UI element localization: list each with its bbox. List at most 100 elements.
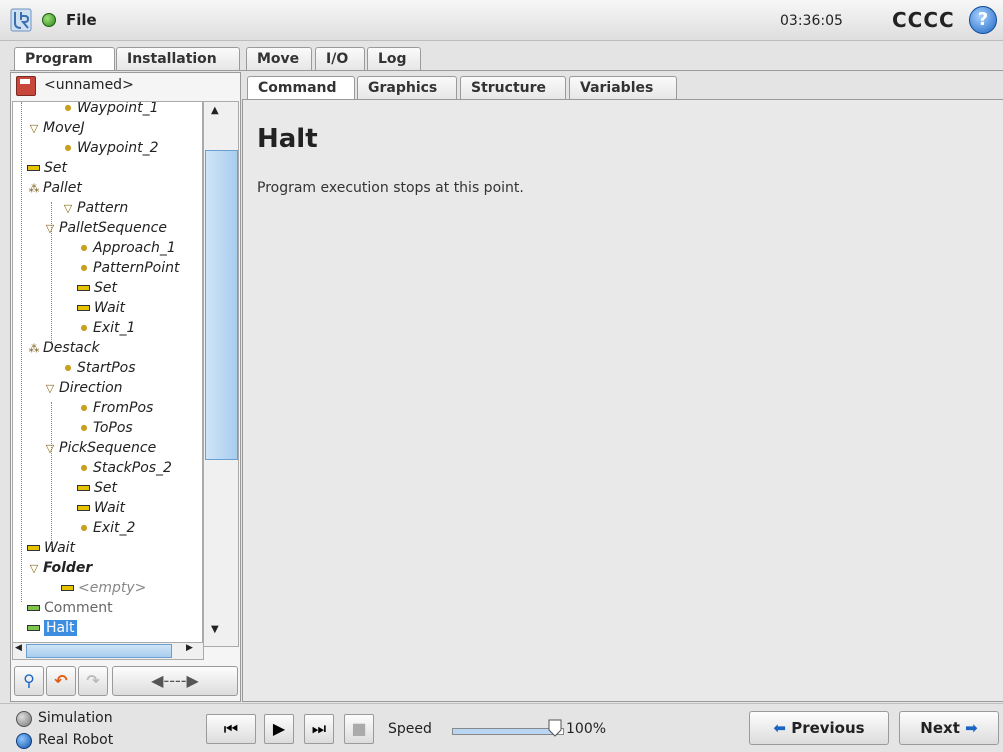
ur-logo-icon xyxy=(10,8,32,32)
tree-node[interactable]: Halt xyxy=(27,618,77,638)
tree-node[interactable]: ▽ Folder xyxy=(27,558,93,578)
redo-icon[interactable]: ↷ xyxy=(78,666,108,696)
play-icon[interactable]: ▶ xyxy=(264,714,294,744)
waypoint-icon: ● xyxy=(64,143,72,152)
previous-label: Previous xyxy=(791,719,865,737)
tree-node-label: Exit_1 xyxy=(93,320,136,336)
tree-node[interactable]: ▽ Pattern xyxy=(61,198,128,218)
speed-slider-knob[interactable] xyxy=(548,719,562,737)
waypoint-icon: ● xyxy=(80,423,88,432)
tree-node[interactable]: <empty> xyxy=(61,578,146,598)
tree-node-label: PatternPoint xyxy=(93,260,180,276)
tree-node[interactable]: ● Approach_1 xyxy=(77,238,176,258)
real-robot-radio[interactable] xyxy=(16,733,32,749)
tree-node[interactable]: ● Waypoint_2 xyxy=(61,138,159,158)
stop-icon[interactable]: ■ xyxy=(344,714,374,744)
tab-log[interactable]: Log xyxy=(367,47,421,71)
tab-installation[interactable]: Installation xyxy=(116,47,240,71)
set-icon xyxy=(77,485,90,491)
pallet-icon: ⁂ xyxy=(28,342,40,355)
tree-node[interactable]: ● FromPos xyxy=(77,398,154,418)
scroll-up-icon[interactable]: ▲ xyxy=(211,105,219,116)
tree-node[interactable]: ⁂ Pallet xyxy=(27,178,82,198)
tree-node-label: Halt xyxy=(44,620,77,636)
tree-node[interactable]: ▽ Direction xyxy=(43,378,123,398)
program-tree[interactable]: ● Waypoint_1 ▽ MoveJ ● Waypoint_2 Set ⁂ Pallet ▽ P… xyxy=(12,101,203,647)
previous-button[interactable]: ⬅ Previous xyxy=(749,711,889,745)
speed-value: 100% xyxy=(566,721,607,737)
tree-node-label: Wait xyxy=(94,500,126,516)
tree-node-label: Waypoint_2 xyxy=(77,140,159,156)
tab-command[interactable]: Command xyxy=(247,76,355,100)
tree-node-label: Set xyxy=(44,160,67,176)
tree-node-label: PickSequence xyxy=(59,440,157,456)
tree-node[interactable]: Comment xyxy=(27,598,113,618)
real-robot-label[interactable]: Real Robot xyxy=(38,732,113,748)
robot-status-icon xyxy=(42,13,56,27)
folder-triangle-icon: ▽ xyxy=(45,442,55,455)
tree-node[interactable]: ● Exit_1 xyxy=(77,318,136,338)
scroll-down-icon[interactable]: ▼ xyxy=(211,624,219,635)
file-menu[interactable]: File xyxy=(66,11,97,29)
tree-node[interactable]: Set xyxy=(77,278,117,298)
title-bar xyxy=(0,0,1003,41)
tree-node-label: StartPos xyxy=(77,360,136,376)
tree-node[interactable]: Set xyxy=(77,478,117,498)
tree-node[interactable]: ▽ MoveJ xyxy=(27,118,85,138)
tree-node[interactable]: ● ToPos xyxy=(77,418,133,438)
tree-node[interactable]: ▽ PalletSequence xyxy=(43,218,167,238)
tree-node[interactable]: ● Waypoint_1 xyxy=(61,102,159,118)
tab-io[interactable]: I/O xyxy=(315,47,365,71)
tree-node[interactable]: ● StartPos xyxy=(61,358,136,378)
resize-panel-icon[interactable]: ◀----▶ xyxy=(112,666,238,696)
tree-node[interactable]: ● PatternPoint xyxy=(77,258,180,278)
clock: 03:36:05 xyxy=(780,13,843,29)
tree-node-label: Wait xyxy=(94,300,126,316)
set-icon xyxy=(77,505,90,511)
tab-structure[interactable]: Structure xyxy=(460,76,566,100)
tree-node[interactable]: ⁂ Destack xyxy=(27,338,100,358)
tree-node[interactable]: ▽ PickSequence xyxy=(43,438,156,458)
command-description: Program execution stops at this point. xyxy=(257,180,524,196)
tab-graphics[interactable]: Graphics xyxy=(357,76,457,100)
robot-name: CCCC xyxy=(892,8,955,32)
set-icon xyxy=(77,285,90,291)
tab-variables[interactable]: Variables xyxy=(569,76,677,100)
tree-node[interactable]: ● Exit_2 xyxy=(77,518,136,538)
step-forward-icon[interactable]: ⏭ xyxy=(304,714,334,744)
tab-move[interactable]: Move xyxy=(246,47,312,71)
save-icon[interactable] xyxy=(16,76,36,96)
tree-node[interactable]: Set xyxy=(27,158,67,178)
tree-node-label: Destack xyxy=(43,340,100,356)
simulation-label[interactable]: Simulation xyxy=(38,710,113,726)
tree-scroll-thumb[interactable] xyxy=(205,150,238,460)
folder-triangle-icon: ▽ xyxy=(29,122,39,135)
speed-label: Speed xyxy=(388,721,432,737)
waypoint-icon: ● xyxy=(64,363,72,372)
waypoint-icon: ● xyxy=(64,103,72,112)
set-icon xyxy=(27,165,40,171)
pallet-icon: ⁂ xyxy=(28,182,40,195)
arrow-left-icon: ⬅ xyxy=(773,719,786,737)
tree-node[interactable]: ● StackPos_2 xyxy=(77,458,172,478)
tab-program[interactable]: Program xyxy=(14,47,115,71)
tree-node[interactable]: Wait xyxy=(77,498,125,518)
folder-triangle-icon: ▽ xyxy=(29,562,39,575)
tree-node-label: Pallet xyxy=(43,180,82,196)
tree-node-label: Exit_2 xyxy=(93,520,136,536)
simulation-radio[interactable] xyxy=(16,711,32,727)
next-button[interactable]: Next ➡ xyxy=(899,711,999,745)
undo-icon[interactable]: ↶ xyxy=(46,666,76,696)
tree-hscroll-thumb[interactable] xyxy=(26,644,172,658)
program-name: <unnamed> xyxy=(44,77,134,93)
help-icon[interactable]: ? xyxy=(969,6,997,34)
tree-node-label: PalletSequence xyxy=(59,220,167,236)
tree-node[interactable]: Wait xyxy=(27,538,75,558)
search-icon[interactable]: ⚲ xyxy=(14,666,44,696)
tree-node-label: FromPos xyxy=(93,400,154,416)
tree-node[interactable]: Wait xyxy=(77,298,125,318)
scroll-right-icon[interactable]: ▶ xyxy=(186,643,193,653)
waypoint-icon: ● xyxy=(80,403,88,412)
skip-back-icon[interactable]: ⏮ xyxy=(206,714,256,744)
scroll-left-icon[interactable]: ◀ xyxy=(15,643,22,653)
